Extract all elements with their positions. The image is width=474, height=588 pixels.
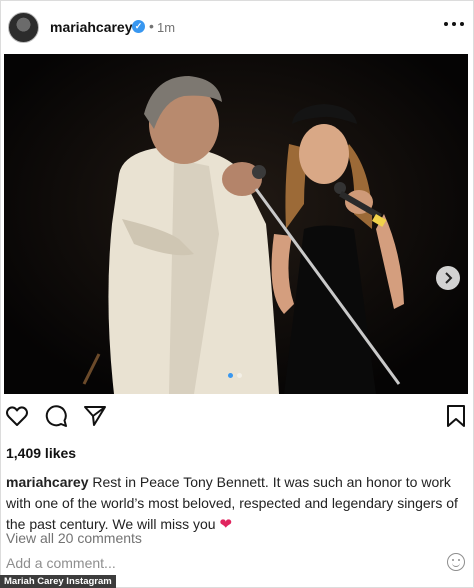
red-heart-emoji-icon: ❤ [219, 516, 233, 533]
separator-dot: • [149, 18, 154, 34]
share-icon[interactable] [83, 404, 109, 430]
carousel-dot [237, 373, 242, 378]
heart-icon[interactable] [5, 404, 31, 430]
chevron-right-icon [445, 272, 453, 284]
bookmark-icon[interactable] [444, 404, 470, 430]
carousel-indicator [228, 373, 242, 378]
avatar[interactable] [8, 12, 39, 43]
carousel-dot-active [228, 373, 233, 378]
concert-photo-illustration [4, 54, 468, 394]
post-time[interactable]: 1m [157, 20, 175, 35]
photo-credit: Mariah Carey Instagram [0, 575, 116, 588]
username[interactable]: mariahcarey [50, 19, 133, 35]
verified-badge-icon: ✓ [132, 20, 145, 33]
action-bar [0, 404, 474, 434]
caption-username[interactable]: mariahcarey [6, 474, 89, 490]
post-caption: mariahcarey Rest in Peace Tony Bennett. … [6, 472, 466, 535]
more-dots-icon[interactable] [444, 22, 464, 28]
post-header: mariahcarey ✓ • 1m [0, 0, 474, 54]
post-photo[interactable] [4, 54, 468, 394]
carousel-next-button[interactable] [436, 266, 460, 290]
like-count[interactable]: 1,409 likes [6, 445, 76, 461]
add-comment-input[interactable]: Add a comment... [6, 555, 116, 571]
view-comments-link[interactable]: View all 20 comments [6, 530, 142, 546]
emoji-icon[interactable] [447, 553, 465, 571]
comment-icon[interactable] [44, 404, 70, 430]
